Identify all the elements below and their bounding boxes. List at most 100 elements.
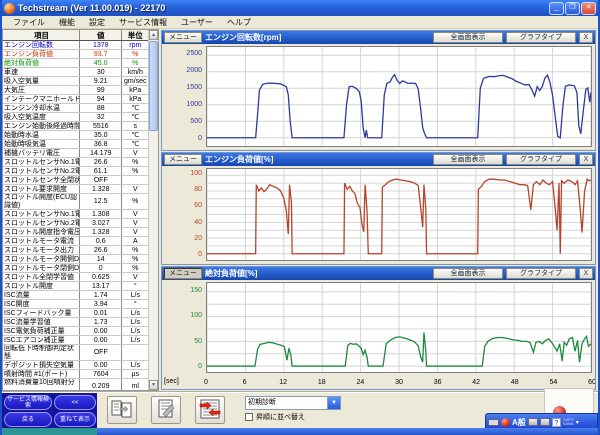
table-row[interactable]: スロットル開度(ECU認識値)12.5%	[3, 194, 148, 210]
table-row[interactable]: エンジン負荷値93.7%	[3, 50, 148, 59]
table-row[interactable]: エンジン回転数1378rpm	[3, 41, 148, 50]
table-row[interactable]: ISCフィードバック量0.01L/s	[3, 309, 148, 318]
table-row[interactable]: スロットルセンサNo.2電圧3.027V	[3, 219, 148, 228]
graph-type-button[interactable]: グラフタイプ	[506, 32, 576, 43]
navigation-button-panel: サービス情報検索 << 戻る 重ねて表示	[2, 393, 97, 428]
table-row[interactable]: ISC流量学習値1.73L/s	[3, 318, 148, 327]
chart-close-button[interactable]: X	[579, 268, 593, 279]
scrollbar-thumb[interactable]	[149, 41, 158, 131]
table-row[interactable]: スロットルモータ出力26.6%	[3, 246, 148, 255]
table-row[interactable]: スロットルセンサNo.1電圧1.308V	[3, 210, 148, 219]
table-row[interactable]: エンジン冷却水温88℃	[3, 104, 148, 113]
dual-list-icon	[111, 399, 133, 422]
chevron-down-icon[interactable]: ▼	[327, 397, 340, 409]
ime-input-mode[interactable]: A般	[512, 417, 526, 428]
chart-menu-button[interactable]: メニュー	[164, 32, 202, 43]
graph-type-button[interactable]: グラフタイプ	[506, 268, 576, 279]
chart-menu-button[interactable]: メニュー	[164, 154, 202, 165]
ime-palette-icon[interactable]	[528, 418, 538, 426]
table-row[interactable]: エンジン始動後経過時間5516s	[3, 122, 148, 131]
y-tick-label: 100	[190, 312, 202, 320]
table-row[interactable]: ISC開度3.94°	[3, 300, 148, 309]
table-row[interactable]: スロットル全閉学習値0.625V	[3, 273, 148, 282]
table-row[interactable]: スロットルセンサNo.2電圧比61.1%	[3, 167, 148, 176]
table-row[interactable]: 大気圧99kPa	[3, 86, 148, 95]
return-button[interactable]: 戻る	[4, 412, 52, 427]
fullscreen-button[interactable]: 全画面表示	[433, 32, 503, 43]
sort-ascending-checkbox[interactable]: 昇順に並べ替え	[245, 412, 341, 422]
table-row[interactable]: 燃料消費量10回噴射分0.209ml	[3, 379, 148, 390]
menu-bar: ファイル機能設定サービス情報ユーザーヘルプ	[2, 16, 598, 29]
menu-item[interactable]: サービス情報	[112, 17, 174, 28]
scroll-up-icon[interactable]: ▲	[149, 30, 158, 40]
minimize-button[interactable]: _	[549, 2, 564, 15]
table-row[interactable]: デポジット損失空気量0.00L/s	[3, 361, 148, 370]
table-row[interactable]: スロットルモータ電流0.6A	[3, 237, 148, 246]
ime-ball-icon[interactable]	[501, 418, 510, 427]
table-row[interactable]: 吸入空気温度32℃	[3, 113, 148, 122]
checkbox-icon[interactable]	[245, 413, 253, 421]
table-row[interactable]: 絶対負荷値45.0%	[3, 59, 148, 68]
table-row[interactable]: スロットル要求開度1.328V	[3, 185, 148, 194]
graph-type-button[interactable]: グラフタイプ	[506, 154, 576, 165]
fullscreen-button[interactable]: 全画面表示	[433, 268, 503, 279]
menu-item[interactable]: ファイル	[6, 17, 52, 28]
table-row[interactable]: 噴射時間 #1(ポート)7604μs	[3, 370, 148, 379]
chart-menu-button[interactable]: メニュー	[164, 268, 202, 279]
y-tick-label: 2500	[186, 50, 202, 58]
table-row[interactable]: 補機バッテリ電圧14.179V	[3, 149, 148, 158]
table-row[interactable]: スロットルセンサNo.1電圧比26.6%	[3, 158, 148, 167]
x-tick-label: 12	[275, 378, 291, 387]
table-row[interactable]: 始動時水温35.0℃	[3, 131, 148, 140]
red-arrows-list-icon	[198, 399, 222, 422]
table-scrollbar[interactable]: ▲ ▼	[148, 30, 158, 390]
data-transfer-button[interactable]	[195, 396, 225, 424]
table-row[interactable]: ISCエアコン補正量0.00L/s	[3, 336, 148, 345]
maximize-button[interactable]: ❐	[565, 2, 580, 15]
engine-load-plot	[206, 168, 592, 261]
table-row[interactable]: 車速30km/h	[3, 68, 148, 77]
chart-title-bar: メニュー エンジン負荷値[%] 全画面表示 グラフタイプ X	[162, 153, 595, 166]
document-marker-button[interactable]	[151, 396, 181, 424]
chart-title-bar: メニュー エンジン回転数[rpm] 全画面表示 グラフタイプ X	[162, 31, 595, 44]
table-row[interactable]: インテークマニホールド圧94kPa	[3, 95, 148, 104]
collapse-panel-button[interactable]: <<	[54, 395, 96, 410]
service-info-search-button[interactable]: サービス情報検索	[4, 395, 52, 410]
scroll-down-icon[interactable]: ▼	[149, 380, 158, 390]
table-row[interactable]: スロットルモータ閉側Duty比0%	[3, 264, 148, 273]
close-button[interactable]: ✕	[581, 2, 596, 15]
chart-close-button[interactable]: X	[579, 154, 593, 165]
table-row[interactable]: 始動時吸気温36.8℃	[3, 140, 148, 149]
ime-tools-icon[interactable]	[540, 418, 550, 426]
diagnosis-mode-value: 初期診断	[246, 397, 327, 409]
table-row[interactable]: スロットルモータ開側Duty比14%	[3, 255, 148, 264]
y-tick-label: 80	[194, 186, 202, 194]
y-tick-label: 100	[190, 170, 202, 178]
x-tick-label: 18	[314, 378, 330, 387]
table-row[interactable]: 吸入空気量9.21gm/sec	[3, 77, 148, 86]
overlay-display-button[interactable]: 重ねて表示	[54, 412, 96, 427]
menu-item[interactable]: ヘルプ	[220, 17, 258, 28]
table-row[interactable]: スロットルセンサ全閉状態OFF	[3, 176, 148, 185]
table-row[interactable]: 回転低下時制御判定状態OFF	[3, 345, 148, 361]
table-row[interactable]: スロットル開度13.17°	[3, 282, 148, 291]
bottom-bar: サービス情報検索 << 戻る 重ねて表示	[2, 391, 598, 428]
menu-item[interactable]: 機能	[52, 17, 82, 28]
menu-item[interactable]: ユーザー	[174, 17, 220, 28]
ime-help-button[interactable]: ?	[552, 418, 561, 427]
ime-collapse-chevron-icon[interactable]: ▾	[576, 419, 579, 426]
x-tick-label: 60	[584, 378, 596, 387]
x-tick-label: 6	[237, 378, 253, 387]
table-row[interactable]: ISC電気負荷補正量0.00L/s	[3, 327, 148, 336]
menu-item[interactable]: 設定	[82, 17, 112, 28]
chart-panel-engine-rpm: メニュー エンジン回転数[rpm] 全画面表示 グラフタイプ X 0500100…	[161, 30, 596, 151]
keyboard-icon[interactable]	[488, 419, 499, 426]
chart-close-button[interactable]: X	[579, 32, 593, 43]
table-row[interactable]: スロットル開度指令電圧1.328V	[3, 228, 148, 237]
table-header: 項目 値 単位	[3, 30, 148, 41]
x-tick-label: 30	[391, 378, 407, 387]
fullscreen-button[interactable]: 全画面表示	[433, 154, 503, 165]
table-row[interactable]: ISC流量1.74L/s	[3, 291, 148, 300]
diagnosis-mode-select[interactable]: 初期診断 ▼	[245, 396, 341, 410]
dual-list-view-button[interactable]	[107, 396, 137, 424]
